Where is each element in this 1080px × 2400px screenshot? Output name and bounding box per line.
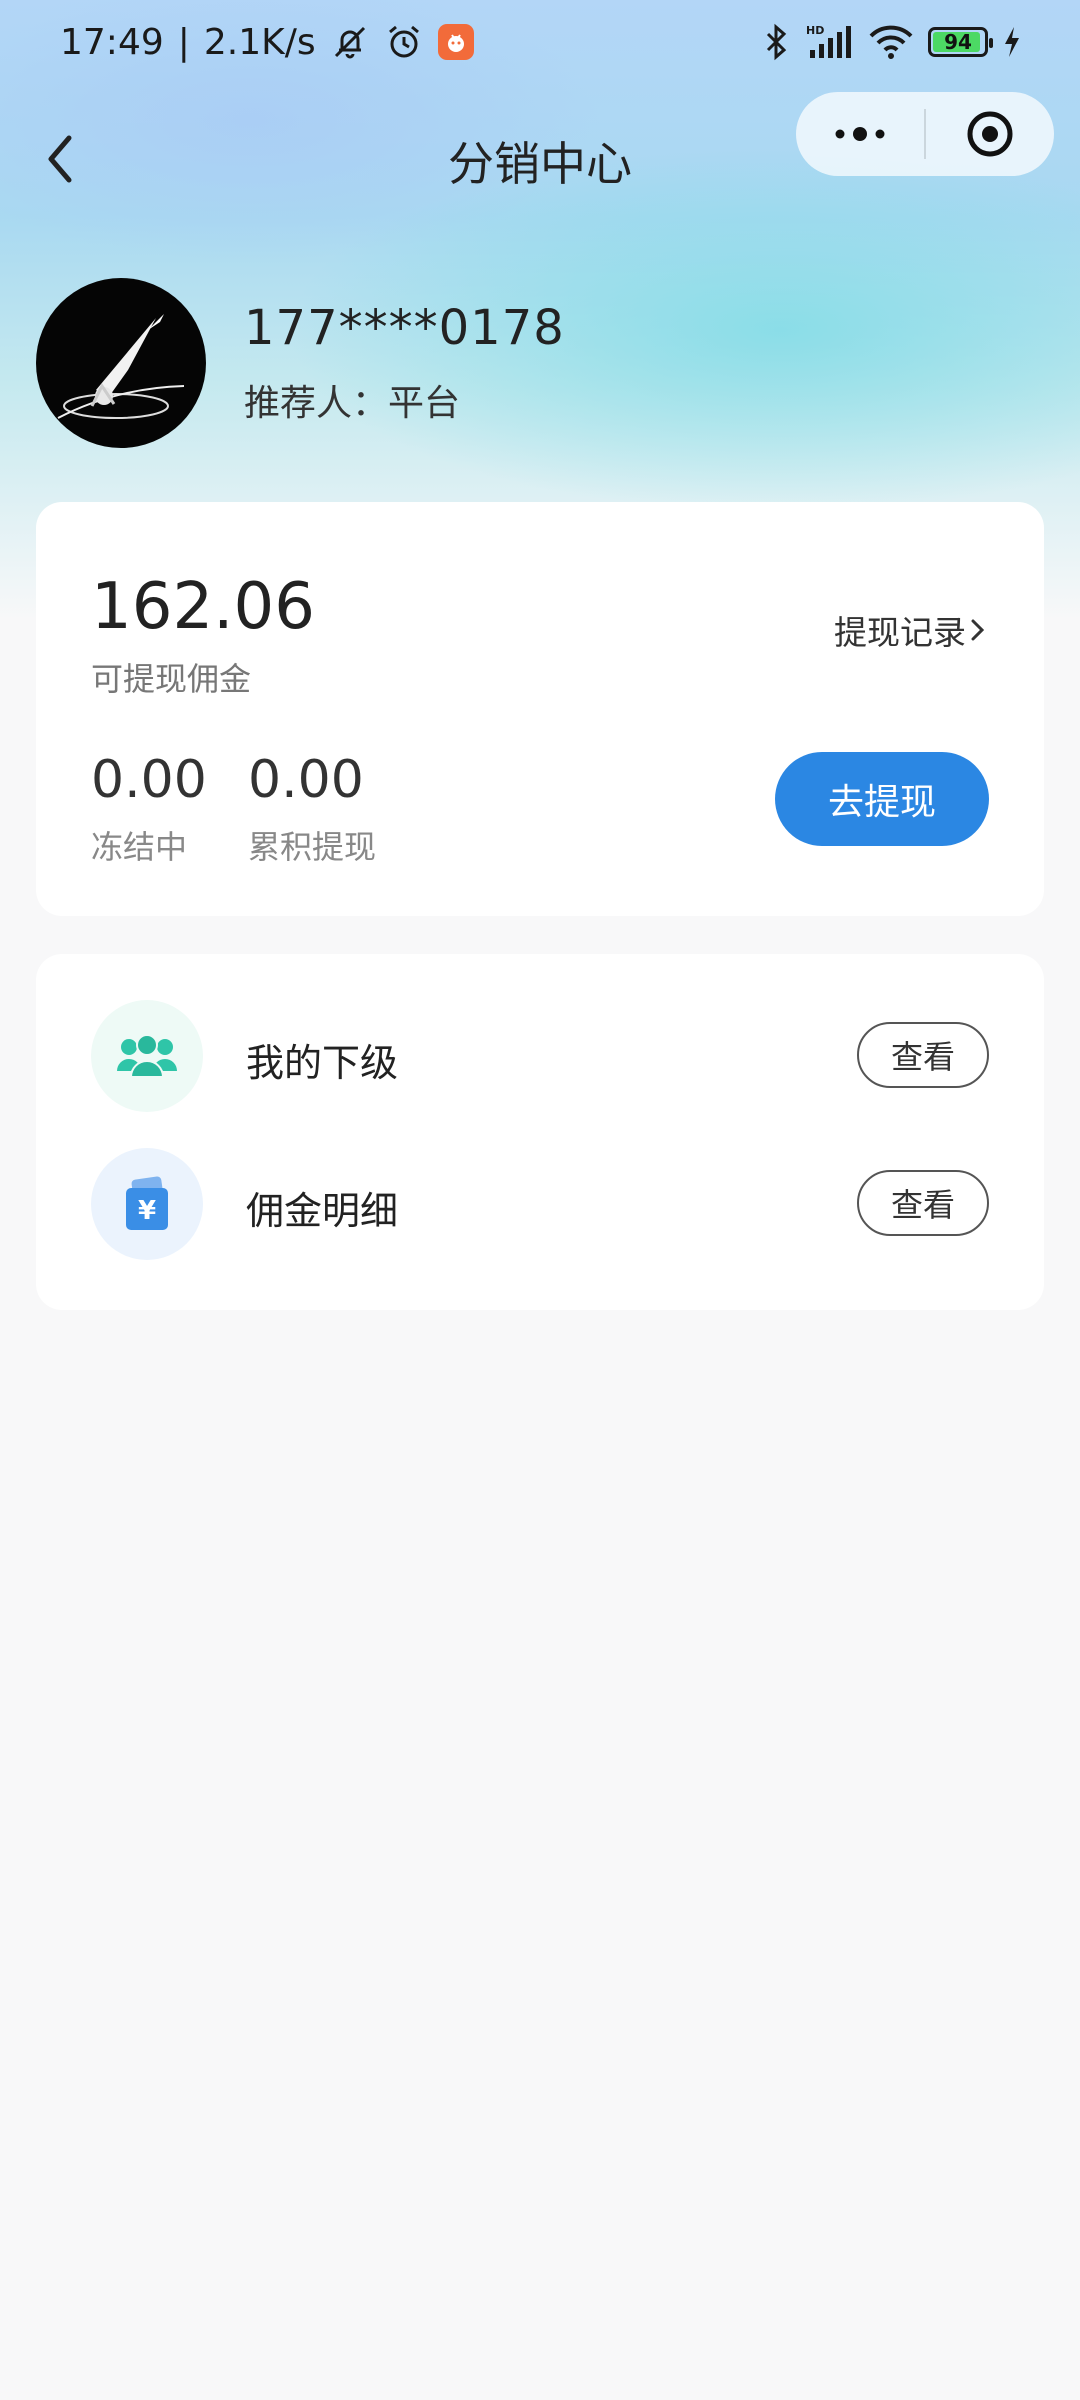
team-icon-wrapper <box>91 1000 203 1112</box>
status-bar: 17:49 | 2.1K/s HD 94 <box>0 0 1080 84</box>
svg-text:¥: ¥ <box>138 1196 156 1226</box>
profile-info: 177****0178 推荐人：平台 <box>244 300 565 426</box>
charging-icon <box>1002 25 1022 59</box>
bluetooth-icon <box>762 22 790 62</box>
status-separator: | <box>177 21 190 63</box>
user-phone: 177****0178 <box>244 300 565 356</box>
wifi-icon <box>868 22 914 62</box>
profile-section: 177****0178 推荐人：平台 <box>36 278 565 448</box>
more-button[interactable] <box>796 92 924 176</box>
mute-icon <box>330 22 370 62</box>
menu-item-label: 佣金明细 <box>246 1189 399 1233</box>
app-notification-icon <box>437 24 474 60</box>
svg-text:HD: HD <box>806 24 824 37</box>
status-left: 17:49 | 2.1K/s <box>60 22 474 63</box>
frozen-label: 冻结中 <box>91 828 188 866</box>
wallet-icon-wrapper: ¥ <box>91 1148 203 1260</box>
withdrawal-records-link[interactable]: 提现记录 <box>834 606 986 654</box>
distribution-center-page: 17:49 | 2.1K/s HD 94 分销中心 177****0178 推荐… <box>0 0 1080 2400</box>
menu-card: 我的下级 查看 ¥ 佣金明细 查看 <box>36 954 1044 1310</box>
network-speed: 2.1K/s <box>203 21 316 63</box>
avatar-illustration <box>57 314 185 419</box>
available-commission-label: 可提现佣金 <box>91 660 252 698</box>
close-target-icon <box>967 111 1013 157</box>
referrer-value: 平台 <box>388 383 461 424</box>
referrer-label: 推荐人： <box>244 383 389 424</box>
battery-icon: 94 <box>928 27 993 57</box>
withdraw-button[interactable]: 去提现 <box>775 752 989 846</box>
available-commission-amount: 162.06 <box>91 570 315 644</box>
nav-bar: 分销中心 <box>0 84 1080 234</box>
view-commission-details-button[interactable]: 查看 <box>857 1170 989 1236</box>
total-withdrawn-label: 累积提现 <box>248 828 377 866</box>
close-mini-program-button[interactable] <box>926 92 1054 176</box>
frozen-stat: 0.00 冻结中 <box>91 750 207 868</box>
team-icon <box>117 1034 177 1078</box>
menu-item-label: 我的下级 <box>246 1041 399 1085</box>
commission-card: 162.06 可提现佣金 提现记录 0.00 冻结中 0.00 累积提现 去提现 <box>36 502 1044 916</box>
withdrawal-records-label: 提现记录 <box>834 613 966 652</box>
menu-item-subordinates[interactable]: 我的下级 查看 <box>36 998 1044 1114</box>
frozen-amount: 0.00 <box>91 750 207 810</box>
menu-item-commission-details[interactable]: ¥ 佣金明细 查看 <box>36 1146 1044 1262</box>
referrer-line: 推荐人：平台 <box>244 374 565 426</box>
view-subordinates-button[interactable]: 查看 <box>857 1022 989 1088</box>
total-withdrawn-amount: 0.00 <box>248 750 364 810</box>
wallet-yuan-icon: ¥ <box>126 1176 168 1230</box>
chevron-right-icon <box>971 619 985 641</box>
alarm-icon <box>384 22 424 62</box>
hd-signal-icon: HD <box>804 22 854 62</box>
mini-program-capsule <box>796 92 1054 176</box>
status-time: 17:49 <box>60 21 164 63</box>
total-withdrawn-stat: 0.00 累积提现 <box>248 750 376 868</box>
status-right: HD 94 <box>762 22 1022 62</box>
more-icon <box>835 127 885 141</box>
avatar[interactable] <box>36 278 206 448</box>
battery-level: 94 <box>944 30 972 54</box>
